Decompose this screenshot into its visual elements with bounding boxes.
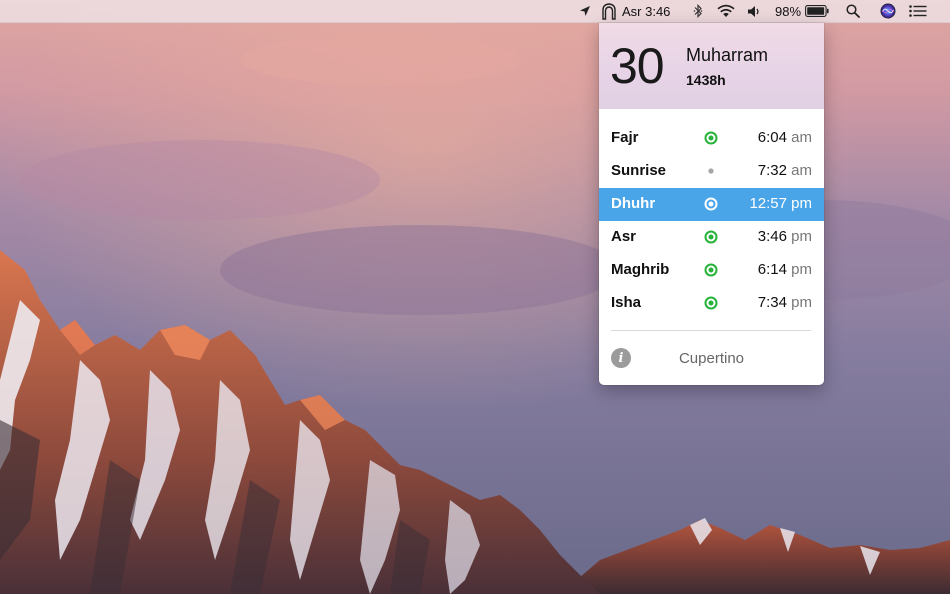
prayer-list: Fajr 6:04 am Sunrise 7:32 am Dhuhr 12:57… bbox=[599, 122, 824, 320]
hijri-day: 30 bbox=[610, 38, 665, 94]
prayer-time: 7:34 pm bbox=[757, 294, 812, 311]
prayer-time: 3:46 pm bbox=[757, 228, 812, 245]
spotlight-search-icon[interactable] bbox=[844, 0, 862, 22]
prayer-row-sunrise[interactable]: Sunrise 7:32 am bbox=[599, 155, 824, 188]
prayer-row-maghrib[interactable]: Maghrib 6:14 pm bbox=[599, 254, 824, 287]
prayer-times-menu-item[interactable]: Asr 3:46 bbox=[601, 0, 681, 22]
mosque-arch-icon bbox=[601, 2, 617, 20]
prayer-times-popover: 30 Muharram 1438h Fajr 6:04 am Sunrise 7… bbox=[599, 23, 824, 385]
alarm-on-indicator-icon[interactable] bbox=[704, 230, 718, 244]
hijri-month: Muharram bbox=[686, 45, 769, 65]
prayer-name: Sunrise bbox=[611, 162, 667, 179]
prayer-row-asr[interactable]: Asr 3:46 pm bbox=[599, 221, 824, 254]
prayer-time: 6:04 am bbox=[757, 129, 812, 146]
hijri-date-header: 30 Muharram 1438h bbox=[599, 23, 824, 109]
divider bbox=[611, 330, 811, 331]
battery-percent: 98% bbox=[775, 3, 802, 19]
battery-status[interactable]: 98% bbox=[775, 0, 833, 22]
prayer-row-dhuhr[interactable]: Dhuhr 12:57 pm bbox=[599, 188, 824, 221]
prayer-name: Maghrib bbox=[611, 261, 670, 278]
alarm-on-indicator-icon[interactable] bbox=[704, 131, 718, 145]
volume-icon[interactable] bbox=[745, 0, 763, 22]
prayer-name: Dhuhr bbox=[611, 195, 656, 212]
alarm-off-dot-icon[interactable] bbox=[704, 164, 718, 178]
alarm-on-indicator-icon[interactable] bbox=[704, 197, 718, 211]
prayer-name: Fajr bbox=[611, 129, 639, 146]
bluetooth-icon[interactable] bbox=[690, 0, 706, 22]
hijri-year: 1438h bbox=[686, 72, 726, 88]
notification-center-icon[interactable] bbox=[907, 0, 929, 22]
current-prayer-label: Asr 3:46 bbox=[622, 3, 671, 19]
prayer-row-isha[interactable]: Isha 7:34 pm bbox=[599, 287, 824, 320]
prayer-time: 7:32 am bbox=[757, 162, 812, 179]
location-label: Cupertino bbox=[678, 350, 745, 367]
alarm-on-indicator-icon[interactable] bbox=[704, 263, 718, 277]
desktop: Asr 3:46 98% 30 Muharram 1438h Fajr 6:04… bbox=[0, 0, 950, 594]
alarm-on-indicator-icon[interactable] bbox=[704, 296, 718, 310]
siri-icon[interactable] bbox=[878, 0, 898, 22]
menu-bar: Asr 3:46 98% bbox=[0, 0, 950, 23]
prayer-row-fajr[interactable]: Fajr 6:04 am bbox=[599, 122, 824, 155]
prayer-time: 6:14 pm bbox=[757, 261, 812, 278]
wifi-icon[interactable] bbox=[715, 0, 737, 22]
battery-icon bbox=[805, 5, 829, 17]
prayer-name: Isha bbox=[611, 294, 642, 311]
prayer-name: Asr bbox=[611, 228, 637, 245]
location-arrow-icon[interactable] bbox=[577, 0, 593, 22]
prayer-time: 12:57 pm bbox=[749, 195, 812, 212]
